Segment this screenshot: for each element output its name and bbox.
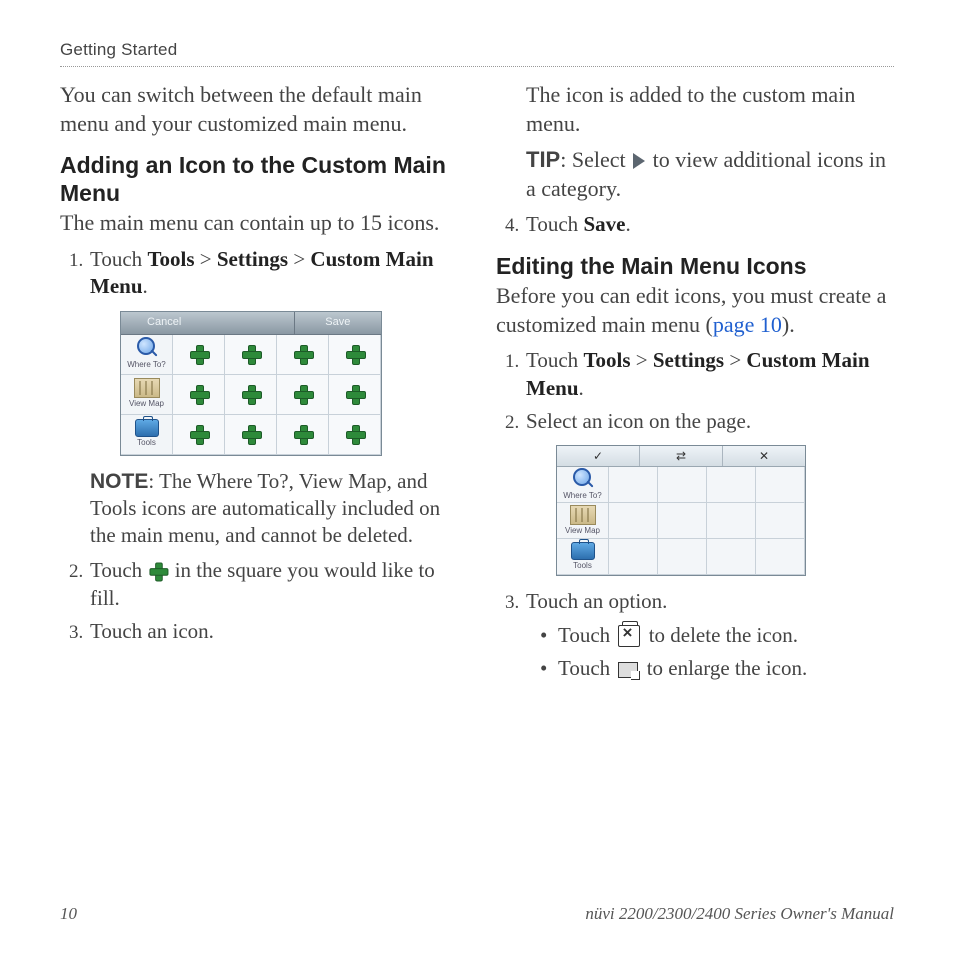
editing-steps: Touch Tools > Settings > Custom Main Men… (496, 347, 894, 682)
adding-steps: Touch Tools > Settings > Custom Main Men… (60, 246, 458, 645)
plus-icon (242, 385, 260, 403)
editing-lead: Before you can edit icons, you must crea… (496, 282, 894, 339)
triangle-right-icon (633, 153, 645, 169)
plus-icon (190, 385, 208, 403)
plus-icon (346, 385, 364, 403)
icon-added: The icon is added to the custom main men… (526, 81, 894, 138)
map-icon (570, 505, 596, 525)
side-view-map: View Map (121, 375, 173, 415)
step-2: Touch in the square you would like to fi… (88, 557, 458, 612)
plus-icon (294, 385, 312, 403)
edit-options: Touch to delete the icon. Touch to enlar… (526, 622, 894, 683)
note: NOTE: The Where To?, View Map, and Tools… (90, 468, 458, 550)
device-save-button: Save (294, 312, 381, 334)
toolbar-move-icon: ⇄ (639, 446, 722, 466)
magnify-icon (572, 468, 594, 490)
page-number: 10 (60, 904, 77, 924)
side-where-to: Where To? (121, 335, 173, 375)
plus-icon (294, 345, 312, 363)
heading-adding-icon: Adding an Icon to the Custom Main Menu (60, 152, 458, 207)
footer-manual-title: nüvi 2200/2300/2400 Series Owner's Manua… (585, 904, 894, 924)
edit-step-3: Touch an option. Touch to delete the ico… (524, 588, 894, 682)
device-screenshot-edit: ✓ ⇄ ✕ Where To? View Map Tools (556, 445, 806, 576)
magnify-icon (136, 337, 158, 359)
tip: TIP: Select to view additional icons in … (526, 146, 894, 203)
step-1: Touch Tools > Settings > Custom Main Men… (88, 246, 458, 549)
adding-lead: The main menu can contain up to 15 icons… (60, 209, 458, 238)
adding-steps-cont: Touch Save. (496, 211, 894, 238)
toolbar-delete-icon: ✕ (722, 446, 805, 466)
side-where-to: Where To? (557, 467, 609, 503)
plus-icon (294, 425, 312, 443)
toolbox-icon (571, 542, 595, 560)
delete-icon (618, 625, 640, 647)
enlarge-icon (618, 662, 638, 678)
side-tools: Tools (121, 415, 173, 455)
edit-step-1: Touch Tools > Settings > Custom Main Men… (524, 347, 894, 402)
device-screenshot-grid: Cancel Save Where To? View Map (120, 311, 382, 456)
edit-step-2: Select an icon on the page. ✓ ⇄ ✕ Where … (524, 408, 894, 576)
plus-icon (190, 345, 208, 363)
toolbar-check-icon: ✓ (557, 446, 639, 466)
toolbox-icon (135, 419, 159, 437)
option-enlarge: Touch to enlarge the icon. (544, 655, 894, 682)
side-tools: Tools (557, 539, 609, 575)
step-3: Touch an icon. (88, 618, 458, 645)
map-icon (134, 378, 160, 398)
device-cancel-button: Cancel (121, 312, 207, 334)
intro-paragraph: You can switch between the default main … (60, 81, 458, 138)
left-column: You can switch between the default main … (60, 81, 458, 688)
plus-icon (346, 425, 364, 443)
step-4: Touch Save. (524, 211, 894, 238)
side-view-map: View Map (557, 503, 609, 539)
option-delete: Touch to delete the icon. (544, 622, 894, 649)
plus-icon (242, 425, 260, 443)
heading-editing-icons: Editing the Main Menu Icons (496, 253, 894, 281)
plus-icon (242, 345, 260, 363)
plus-icon (190, 425, 208, 443)
page-10-link[interactable]: page 10 (713, 312, 782, 337)
right-column: The icon is added to the custom main men… (496, 81, 894, 688)
plus-icon (150, 563, 167, 580)
plus-icon (346, 345, 364, 363)
running-head: Getting Started (60, 40, 894, 67)
